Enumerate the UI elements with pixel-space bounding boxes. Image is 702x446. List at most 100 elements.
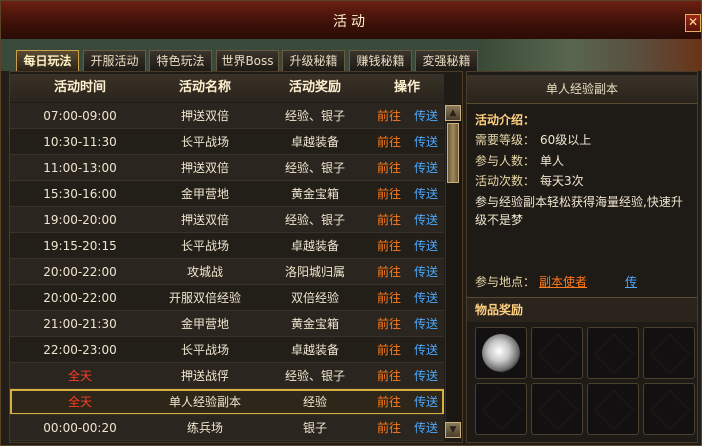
reward-slot[interactable] (643, 383, 695, 435)
go-link[interactable]: 前往 (377, 415, 401, 441)
scroll-down-button[interactable]: ▼ (445, 422, 461, 438)
tab-3[interactable]: 特色玩法 (149, 50, 212, 71)
row-name: 攻城战 (186, 265, 223, 279)
table-row[interactable]: 07:00-09:00 押送双倍 经验、银子 前往 传送 (10, 103, 444, 129)
teleport-link[interactable]: 传送 (414, 129, 438, 155)
window-title: 活动 (333, 14, 369, 30)
go-link[interactable]: 前往 (377, 285, 401, 311)
teleport-link[interactable]: 传送 (414, 259, 438, 285)
row-divider (10, 440, 444, 441)
count-value: 每天3次 (540, 174, 584, 188)
table-header: 活动时间 活动名称 活动奖励 操作 (10, 74, 444, 102)
row-reward: 经验、银子 (284, 109, 345, 123)
activity-window: 活动 ✕ 每日玩法 开服活动 特色玩法 世界Boss 升级秘籍 赚钱秘籍 変强秘籍 活动时间… (0, 0, 702, 446)
close-button[interactable]: ✕ (685, 14, 701, 32)
table-row[interactable]: 19:00-20:00 押送双倍 经验、银子 前往 传送 (10, 207, 444, 233)
row-reward: 黄金宝箱 (290, 317, 339, 331)
row-name: 金甲营地 (180, 187, 229, 201)
row-time: 全天 (67, 395, 92, 409)
row-name: 单人经验副本 (168, 395, 241, 409)
title-bar[interactable]: 活动 (1, 1, 701, 40)
table-row[interactable]: 全天 押送战俘 经验、银子 前往 传送 (10, 363, 444, 389)
teleport-link[interactable]: 传送 (414, 337, 438, 363)
table-row[interactable]: 21:00-21:30 金甲营地 黄金宝箱 前往 传送 (10, 311, 444, 337)
go-link[interactable]: 前往 (377, 103, 401, 129)
row-name: 押送双倍 (180, 161, 229, 175)
reward-slot[interactable] (475, 327, 527, 379)
scroll-thumb[interactable] (447, 123, 459, 183)
reward-slot[interactable] (587, 327, 639, 379)
row-name: 长平战场 (180, 239, 229, 253)
row-reward: 黄金宝箱 (290, 187, 339, 201)
table-row[interactable]: 22:00-23:00 长平战场 卓越装备 前往 传送 (10, 337, 444, 363)
tab-6[interactable]: 赚钱秘籍 (349, 50, 412, 71)
go-link[interactable]: 前往 (377, 181, 401, 207)
row-name: 长平战场 (180, 135, 229, 149)
row-reward: 卓越装备 (290, 135, 339, 149)
row-reward: 经验、银子 (284, 369, 345, 383)
row-name: 押送战俘 (180, 369, 229, 383)
teleport-link[interactable]: 传送 (414, 285, 438, 311)
go-link[interactable]: 前往 (377, 207, 401, 233)
tab-7[interactable]: 変强秘籍 (415, 50, 478, 71)
go-link[interactable]: 前往 (377, 259, 401, 285)
location-teleport-link[interactable]: 传 (625, 273, 637, 290)
tab-2[interactable]: 开服活动 (83, 50, 146, 71)
row-time: 19:00-20:00 (43, 213, 117, 227)
location-link[interactable]: 副本使者 (539, 273, 587, 290)
header-time: 活动时间 (53, 80, 106, 95)
reward-slot[interactable] (643, 327, 695, 379)
row-name: 练兵场 (186, 421, 223, 435)
table-row[interactable]: 19:15-20:15 长平战场 卓越装备 前往 传送 (10, 233, 444, 259)
table-row[interactable]: 10:30-11:30 长平战场 卓越装备 前往 传送 (10, 129, 444, 155)
scroll-up-button[interactable]: ▲ (445, 105, 461, 121)
row-time: 19:15-20:15 (43, 239, 117, 253)
header-reward: 活动奖励 (288, 80, 341, 95)
row-name: 押送双倍 (180, 109, 229, 123)
row-reward: 经验 (302, 395, 327, 409)
header-ops: 操作 (393, 80, 420, 95)
table-row[interactable]: 20:00-22:00 攻城战 洛阳城归属 前往 传送 (10, 259, 444, 285)
go-link[interactable]: 前往 (377, 155, 401, 181)
row-reward: 洛阳城归属 (284, 265, 345, 279)
row-name: 金甲营地 (180, 317, 229, 331)
teleport-link[interactable]: 传送 (414, 155, 438, 181)
teleport-link[interactable]: 传送 (414, 181, 438, 207)
teleport-link[interactable]: 传送 (414, 415, 438, 441)
teleport-link[interactable]: 传送 (414, 389, 438, 415)
teleport-link[interactable]: 传送 (414, 233, 438, 259)
go-link[interactable]: 前往 (377, 129, 401, 155)
reward-slot[interactable] (531, 327, 583, 379)
table-row[interactable]: 00:00-00:20 练兵场 银子 前往 传送 (10, 415, 444, 441)
reward-slot[interactable] (531, 383, 583, 435)
tab-4[interactable]: 世界Boss (216, 50, 279, 71)
intro-label: 活动介绍： (475, 113, 536, 127)
teleport-link[interactable]: 传送 (414, 207, 438, 233)
tab-5[interactable]: 升级秘籍 (282, 50, 345, 71)
level-value: 60级以上 (540, 133, 592, 147)
go-link[interactable]: 前往 (377, 363, 401, 389)
row-time: 11:00-13:00 (43, 161, 117, 175)
table-row[interactable]: 全天 单人经验副本 经验 前往 传送 (10, 389, 444, 415)
row-name: 长平战场 (180, 343, 229, 357)
table-row[interactable]: 11:00-13:00 押送双倍 经验、银子 前往 传送 (10, 155, 444, 181)
row-time: 22:00-23:00 (43, 343, 117, 357)
go-link[interactable]: 前往 (377, 311, 401, 337)
reward-slot[interactable] (475, 383, 527, 435)
tab-1[interactable]: 每日玩法 (16, 50, 79, 71)
row-time: 20:00-22:00 (43, 291, 117, 305)
go-link[interactable]: 前往 (377, 233, 401, 259)
exp-orb-icon (482, 334, 520, 372)
reward-slot[interactable] (587, 383, 639, 435)
teleport-link[interactable]: 传送 (414, 103, 438, 129)
teleport-link[interactable]: 传送 (414, 311, 438, 337)
row-reward: 卓越装备 (290, 239, 339, 253)
row-time: 21:00-21:30 (43, 317, 117, 331)
go-link[interactable]: 前往 (377, 389, 401, 415)
teleport-link[interactable]: 传送 (414, 363, 438, 389)
location-label: 参与地点： (475, 275, 536, 289)
table-row[interactable]: 15:30-16:00 金甲营地 黄金宝箱 前往 传送 (10, 181, 444, 207)
go-link[interactable]: 前往 (377, 337, 401, 363)
row-name: 开服双倍经验 (168, 291, 241, 305)
table-row[interactable]: 20:00-22:00 开服双倍经验 双倍经验 前往 传送 (10, 285, 444, 311)
